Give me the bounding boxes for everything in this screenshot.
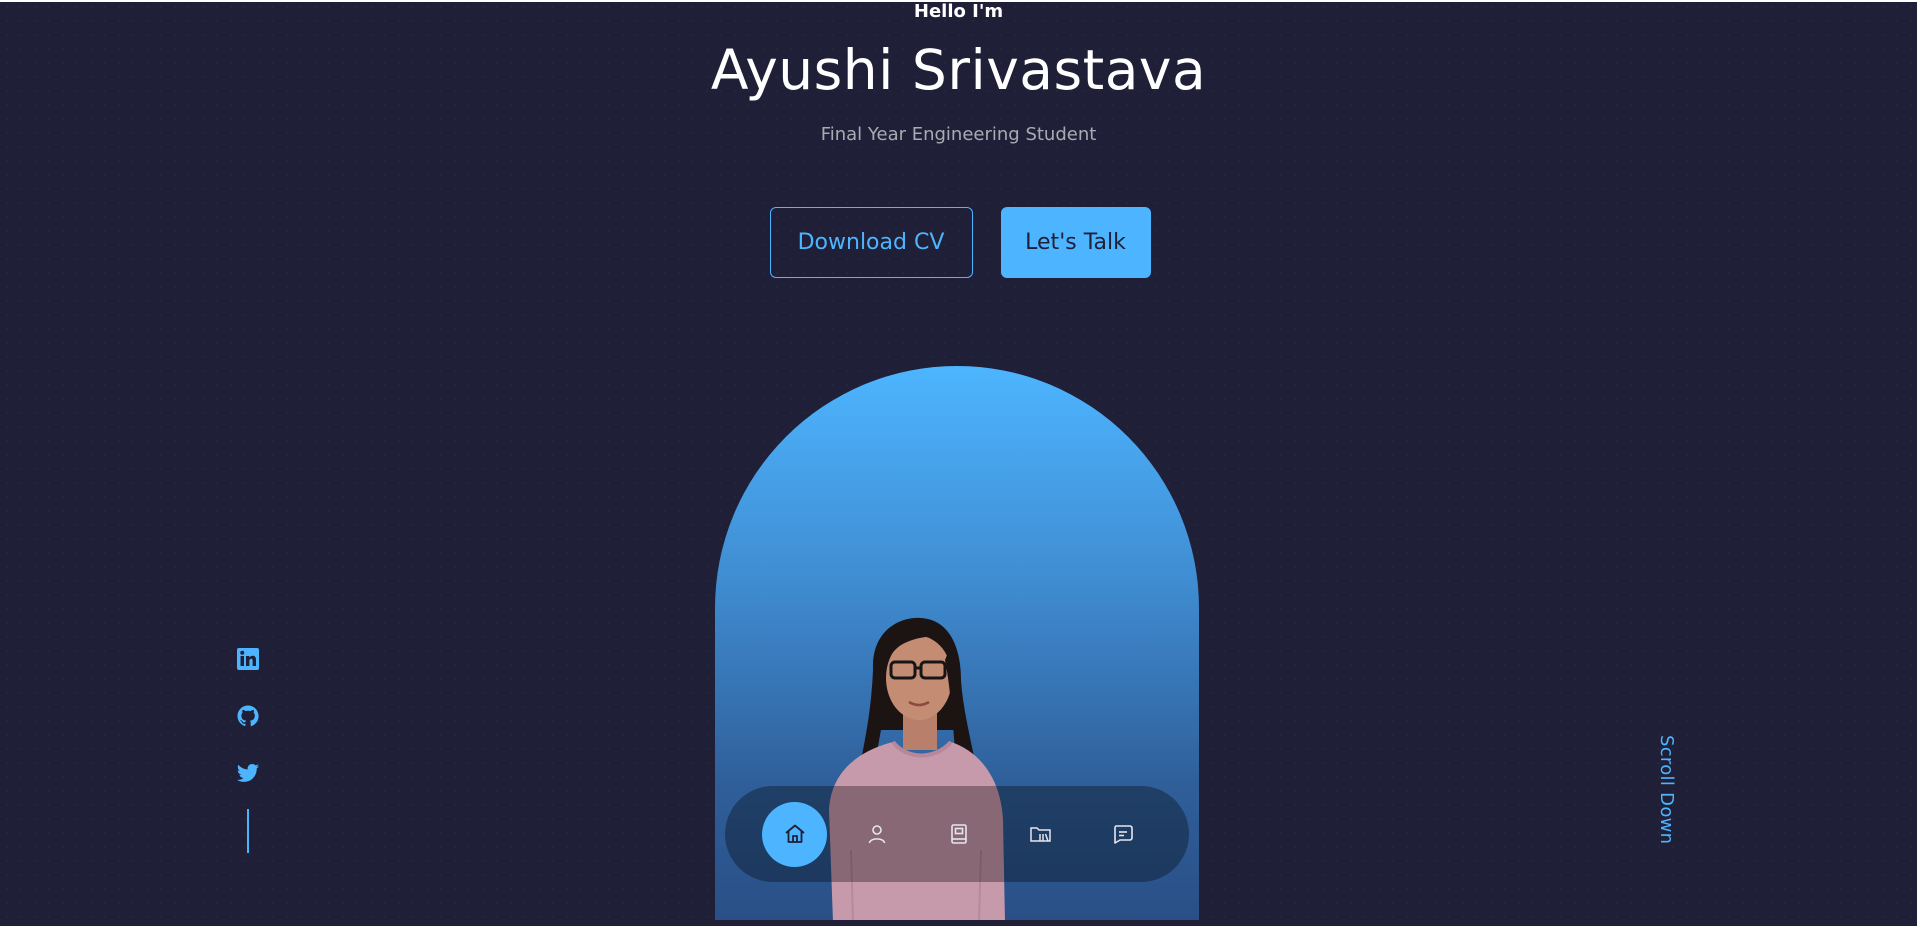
- user-icon: [868, 825, 885, 844]
- cta-buttons: Download CV Let's Talk: [0, 207, 1917, 278]
- page-title: Ayushi Srivastava: [710, 38, 1207, 102]
- greeting: Hello I'm: [913, 1, 1004, 22]
- nav-contact[interactable]: [1090, 802, 1155, 867]
- folder-library-icon: [1029, 827, 1051, 842]
- linkedin-icon: [237, 648, 259, 670]
- book-icon: [950, 824, 967, 844]
- nav-home[interactable]: [762, 801, 827, 867]
- subtitle: Final Year Engineering Student: [820, 124, 1097, 145]
- message-icon: [1113, 825, 1133, 844]
- download-cv-button[interactable]: Download CV: [769, 207, 973, 278]
- scroll-down-link[interactable]: Scroll Down: [1656, 735, 1677, 844]
- linkedin-link[interactable]: [236, 647, 260, 671]
- lets-talk-button[interactable]: Let's Talk: [1000, 207, 1151, 278]
- social-links: [234, 647, 262, 785]
- github-icon: [237, 705, 259, 727]
- home-icon: [784, 824, 805, 843]
- twitter-link[interactable]: [236, 761, 260, 785]
- nav-about[interactable]: [844, 802, 909, 867]
- nav-portfolio[interactable]: [1008, 802, 1073, 867]
- twitter-icon: [237, 764, 259, 782]
- social-divider-line: [247, 809, 249, 853]
- bottom-nav: [725, 786, 1189, 882]
- github-link[interactable]: [236, 704, 260, 728]
- nav-experience[interactable]: [926, 802, 991, 867]
